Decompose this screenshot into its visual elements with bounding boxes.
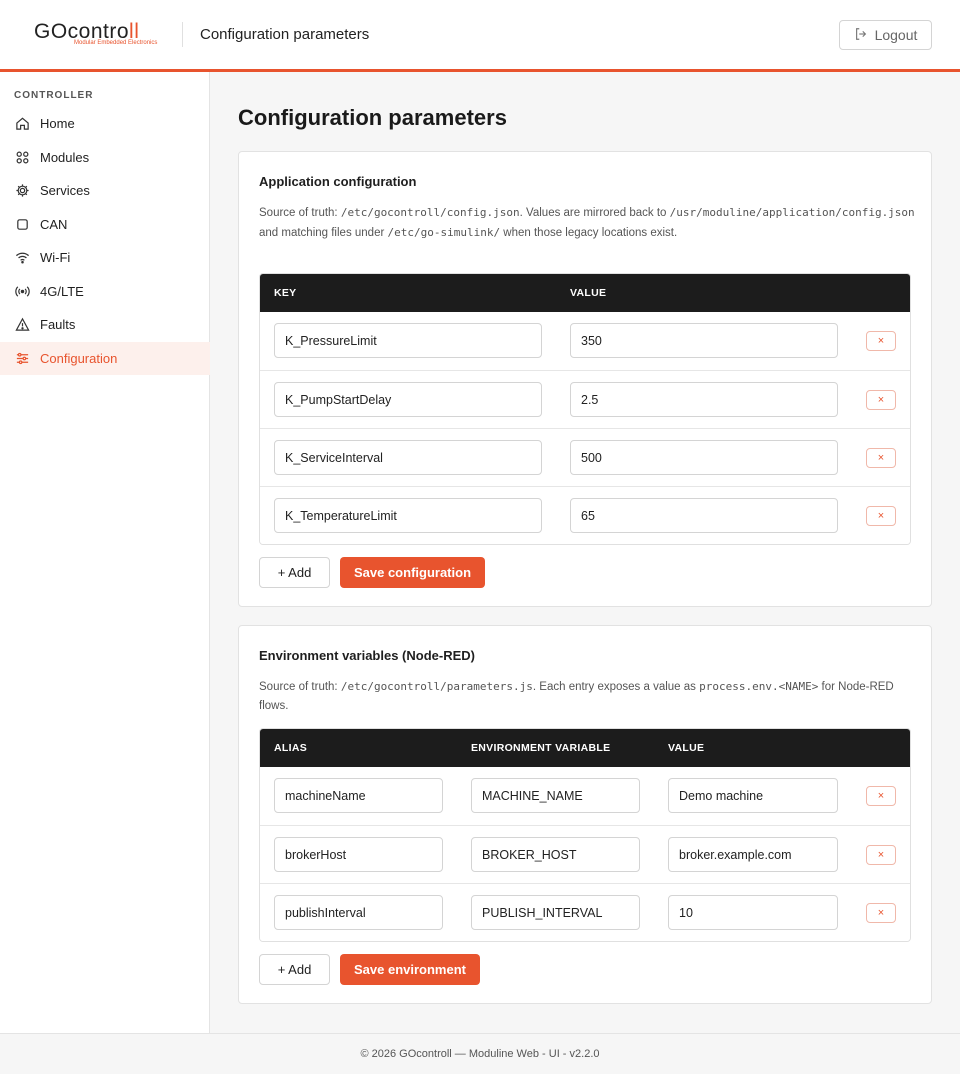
- key-input[interactable]: K_ServiceInterval: [274, 440, 542, 475]
- table-row: K_ServiceInterval 500 ×: [260, 428, 910, 486]
- app-config-table: KEY VALUE K_PressureLimit 350 × K_PumpSt…: [259, 273, 911, 545]
- sidebar-item-label: Faults: [40, 317, 76, 332]
- sidebar-item-home[interactable]: Home: [0, 107, 210, 140]
- header-title: Configuration parameters: [200, 26, 370, 43]
- sidebar-item-label: 4G/LTE: [40, 284, 84, 299]
- column-header-alias: ALIAS: [274, 742, 307, 754]
- value-input[interactable]: 10: [668, 895, 838, 930]
- app-config-card: Application configuration Source of trut…: [238, 151, 932, 607]
- home-icon: [14, 116, 30, 132]
- table-row: K_PressureLimit 350 ×: [260, 312, 910, 370]
- delete-row-button[interactable]: ×: [866, 390, 896, 410]
- table-row: brokerHost BROKER_HOST broker.example.co…: [260, 825, 910, 883]
- sidebar: CONTROLLER Home Modules Services CAN Wi-…: [0, 72, 210, 1033]
- app-config-title: Application configuration: [259, 174, 417, 189]
- signal-icon: [14, 284, 30, 300]
- column-header-value: VALUE: [668, 742, 705, 754]
- sidebar-item-label: Services: [40, 183, 90, 198]
- gear-icon: [14, 183, 30, 199]
- header-divider: [182, 22, 183, 47]
- env-vars-description: Source of truth: /etc/gocontroll/paramet…: [259, 680, 894, 712]
- table-row: machineName MACHINE_NAME Demo machine ×: [260, 767, 910, 825]
- sidebar-item-services[interactable]: Services: [0, 174, 210, 207]
- sidebar-item-label: Configuration: [40, 351, 118, 366]
- key-input[interactable]: K_PressureLimit: [274, 323, 542, 358]
- value-input[interactable]: 2.5: [570, 382, 838, 417]
- can-icon: [14, 217, 30, 233]
- delete-row-button[interactable]: ×: [866, 506, 896, 526]
- alias-input[interactable]: machineName: [274, 778, 443, 813]
- table-header: ALIAS ENVIRONMENT VARIABLE VALUE: [260, 729, 910, 767]
- footer: © 2026 GOcontroll — Moduline Web - UI - …: [0, 1033, 960, 1074]
- table-row: K_PumpStartDelay 2.5 ×: [260, 370, 910, 428]
- logo-tagline: Modular Embedded Electronics: [74, 40, 158, 46]
- delete-row-button[interactable]: ×: [866, 903, 896, 923]
- add-env-button[interactable]: + Add: [259, 954, 330, 985]
- app-config-description: Source of truth: /etc/gocontroll/config.…: [259, 206, 915, 239]
- env-vars-card: Environment variables (Node-RED) Source …: [238, 625, 932, 1004]
- sidebar-item-label: CAN: [40, 217, 68, 232]
- sidebar-item-faults[interactable]: Faults: [0, 308, 210, 341]
- table-row: publishInterval PUBLISH_INTERVAL 10 ×: [260, 883, 910, 941]
- column-header-env-variable: ENVIRONMENT VARIABLE: [471, 742, 611, 754]
- delete-row-button[interactable]: ×: [866, 331, 896, 351]
- value-input[interactable]: 350: [570, 323, 838, 358]
- value-input[interactable]: broker.example.com: [668, 837, 838, 872]
- env-variable-input[interactable]: MACHINE_NAME: [471, 778, 640, 813]
- sidebar-item-label: Modules: [40, 150, 90, 165]
- warning-icon: [14, 317, 30, 333]
- add-config-button[interactable]: + Add: [259, 557, 330, 588]
- value-input[interactable]: 500: [570, 440, 838, 475]
- key-input[interactable]: K_TemperatureLimit: [274, 498, 542, 533]
- sidebar-heading: CONTROLLER: [14, 90, 94, 101]
- sidebar-item-lte[interactable]: 4G/LTE: [0, 275, 210, 308]
- delete-row-button[interactable]: ×: [866, 786, 896, 806]
- gocontroll-logo[interactable]: GOcontroll Modular Embedded Electronics: [34, 20, 166, 50]
- delete-row-button[interactable]: ×: [866, 448, 896, 468]
- sidebar-item-modules[interactable]: Modules: [0, 141, 210, 174]
- env-vars-table: ALIAS ENVIRONMENT VARIABLE VALUE machine…: [259, 728, 911, 942]
- sidebar-item-configuration[interactable]: Configuration: [0, 342, 210, 375]
- delete-row-button[interactable]: ×: [866, 845, 896, 865]
- modules-icon: [14, 150, 30, 166]
- logout-label: Logout: [874, 27, 918, 43]
- env-variable-input[interactable]: PUBLISH_INTERVAL: [471, 895, 640, 930]
- value-input[interactable]: Demo machine: [668, 778, 838, 813]
- footer-text: © 2026 GOcontroll — Moduline Web - UI - …: [360, 1048, 600, 1060]
- sliders-icon: [14, 351, 30, 367]
- logout-button[interactable]: Logout: [839, 20, 932, 50]
- top-header: GOcontroll Modular Embedded Electronics …: [0, 0, 960, 72]
- env-variable-input[interactable]: BROKER_HOST: [471, 837, 640, 872]
- alias-input[interactable]: publishInterval: [274, 895, 443, 930]
- page-title: Configuration parameters: [238, 105, 507, 130]
- sidebar-item-label: Wi-Fi: [40, 250, 71, 265]
- sidebar-item-label: Home: [40, 116, 75, 131]
- column-header-key: KEY: [274, 287, 297, 299]
- alias-input[interactable]: brokerHost: [274, 837, 443, 872]
- env-vars-title: Environment variables (Node-RED): [259, 648, 475, 663]
- table-row: K_TemperatureLimit 65 ×: [260, 486, 910, 544]
- table-header: KEY VALUE: [260, 274, 910, 312]
- logout-icon: [854, 27, 868, 44]
- sidebar-item-wifi[interactable]: Wi-Fi: [0, 241, 210, 274]
- save-environment-button[interactable]: Save environment: [340, 954, 480, 985]
- value-input[interactable]: 65: [570, 498, 838, 533]
- key-input[interactable]: K_PumpStartDelay: [274, 382, 542, 417]
- save-configuration-button[interactable]: Save configuration: [340, 557, 485, 588]
- column-header-value: VALUE: [570, 287, 607, 299]
- sidebar-item-can[interactable]: CAN: [0, 208, 210, 241]
- wifi-icon: [14, 250, 30, 266]
